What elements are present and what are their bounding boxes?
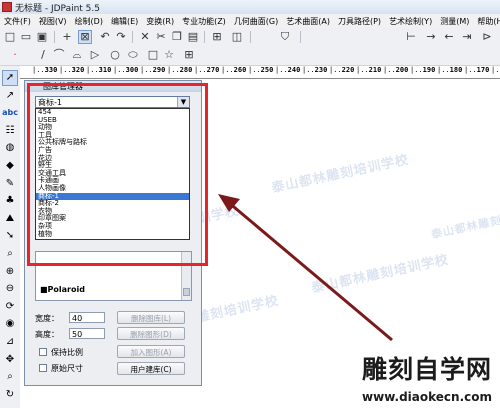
url-watermark: www.diaokecn.com [362,390,492,404]
brand-watermark: 雕刻自学网 [361,355,492,384]
annotation-arrow [218,194,393,342]
arrow-shaft [227,200,393,342]
